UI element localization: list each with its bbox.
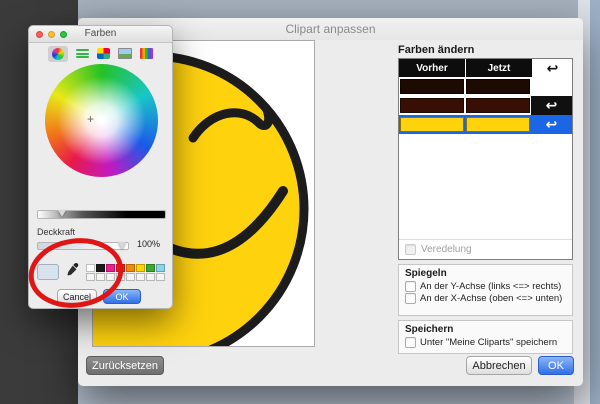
opacity-value: 100% xyxy=(137,239,160,249)
refine-label: Veredelung xyxy=(421,244,472,255)
farben-titlebar[interactable]: Farben xyxy=(29,26,172,43)
color-swatch-after[interactable] xyxy=(466,98,530,113)
undo-arrow-icon[interactable]: ↩ xyxy=(531,96,572,115)
undo-arrow-icon[interactable]: ↩ xyxy=(531,115,572,134)
cancel-button[interactable]: Abbrechen xyxy=(466,356,532,375)
panel-cancel-button[interactable]: Cancel xyxy=(57,289,97,304)
mirror-y-checkbox[interactable] xyxy=(405,281,416,292)
brightness-slider[interactable] xyxy=(37,210,166,219)
opacity-slider[interactable] xyxy=(37,242,129,250)
eyedropper-icon[interactable] xyxy=(65,261,80,278)
refine-checkbox xyxy=(405,244,416,255)
color-row[interactable]: ↩ xyxy=(399,96,572,115)
brightness-slider-thumb[interactable] xyxy=(58,210,66,217)
ok-button[interactable]: OK xyxy=(538,356,574,375)
desktop-edge xyxy=(590,0,600,404)
mini-color-swatch[interactable] xyxy=(156,273,165,281)
mirror-title: Spiegeln xyxy=(399,265,572,280)
color-row[interactable] xyxy=(399,77,572,96)
mini-color-swatch[interactable] xyxy=(136,264,145,272)
color-swatch-before[interactable] xyxy=(400,79,464,94)
mini-color-swatch[interactable] xyxy=(116,264,125,272)
panel-ok-button[interactable]: OK xyxy=(103,289,141,304)
color-table-rows: ↩↩ xyxy=(399,77,572,134)
color-wheel-tab[interactable] xyxy=(48,46,68,62)
sliders-icon[interactable] xyxy=(76,48,89,60)
desktop: Clipart anpassen Farben ändern Vorher Je… xyxy=(0,0,600,404)
save-groupbox: Speichern Unter "Meine Cliparts" speiche… xyxy=(398,320,573,354)
mirror-x-row: An der X-Achse (oben <=> unten) xyxy=(399,292,572,304)
colors-section-title: Farben ändern xyxy=(398,44,474,56)
zoom-button[interactable] xyxy=(60,31,67,38)
farben-toolbar xyxy=(29,43,172,61)
column-header-before: Vorher xyxy=(399,59,465,77)
image-icon[interactable] xyxy=(118,48,132,59)
mini-color-swatch[interactable] xyxy=(116,273,125,281)
close-button[interactable] xyxy=(36,31,43,38)
reset-button[interactable]: Zurücksetzen xyxy=(86,356,164,375)
undo-arrow-icon xyxy=(531,77,572,96)
mini-color-swatch[interactable] xyxy=(96,264,105,272)
mini-swatch-grid xyxy=(86,264,167,281)
color-swatch-before[interactable] xyxy=(400,98,464,113)
mini-color-swatch[interactable] xyxy=(126,273,135,281)
color-swatch-before[interactable] xyxy=(400,117,464,132)
color-swatch-after[interactable] xyxy=(466,117,530,132)
column-header-after: Jetzt xyxy=(466,59,532,77)
mirror-groupbox: Spiegeln An der Y-Achse (links <=> recht… xyxy=(398,264,573,316)
pencils-icon[interactable] xyxy=(140,48,153,59)
mini-color-swatch[interactable] xyxy=(146,264,155,272)
current-color-well[interactable] xyxy=(37,264,59,280)
mirror-y-row: An der Y-Achse (links <=> rechts) xyxy=(399,280,572,292)
farben-panel: Farben + Deckkraft 100% Cancel OK xyxy=(28,25,173,309)
color-table: Vorher Jetzt ↩ ↩↩ Veredelung xyxy=(398,58,573,260)
mini-color-swatch[interactable] xyxy=(156,264,165,272)
color-row[interactable]: ↩ xyxy=(399,115,572,134)
undo-arrow-icon[interactable]: ↩ xyxy=(533,59,572,77)
crosshair-icon[interactable]: + xyxy=(87,112,94,126)
minimize-button[interactable] xyxy=(48,31,55,38)
color-swatch-after[interactable] xyxy=(466,79,530,94)
opacity-slider-thumb[interactable] xyxy=(118,242,126,249)
mirror-y-label: An der Y-Achse (links <=> rechts) xyxy=(420,281,561,292)
color-wheel-icon xyxy=(52,48,64,60)
mirror-x-checkbox[interactable] xyxy=(405,293,416,304)
refine-row: Veredelung xyxy=(399,239,572,259)
save-label: Unter "Meine Cliparts" speichern xyxy=(420,337,557,348)
desktop-top-strip xyxy=(78,0,578,18)
mini-color-swatch[interactable] xyxy=(106,264,115,272)
opacity-label: Deckkraft xyxy=(37,227,75,237)
mini-color-swatch[interactable] xyxy=(86,264,95,272)
mini-color-swatch[interactable] xyxy=(126,264,135,272)
mini-color-swatch[interactable] xyxy=(86,273,95,281)
mini-color-swatch[interactable] xyxy=(106,273,115,281)
palette-icon[interactable] xyxy=(97,48,110,59)
color-wheel[interactable]: + xyxy=(45,64,158,177)
mini-color-swatch[interactable] xyxy=(96,273,105,281)
mini-color-swatch[interactable] xyxy=(136,273,145,281)
mirror-x-label: An der X-Achse (oben <=> unten) xyxy=(420,293,562,304)
save-title: Speichern xyxy=(399,321,572,336)
save-checkbox[interactable] xyxy=(405,337,416,348)
mini-color-swatch[interactable] xyxy=(146,273,155,281)
color-table-header: Vorher Jetzt ↩ xyxy=(399,59,572,77)
save-row: Unter "Meine Cliparts" speichern xyxy=(399,336,572,348)
